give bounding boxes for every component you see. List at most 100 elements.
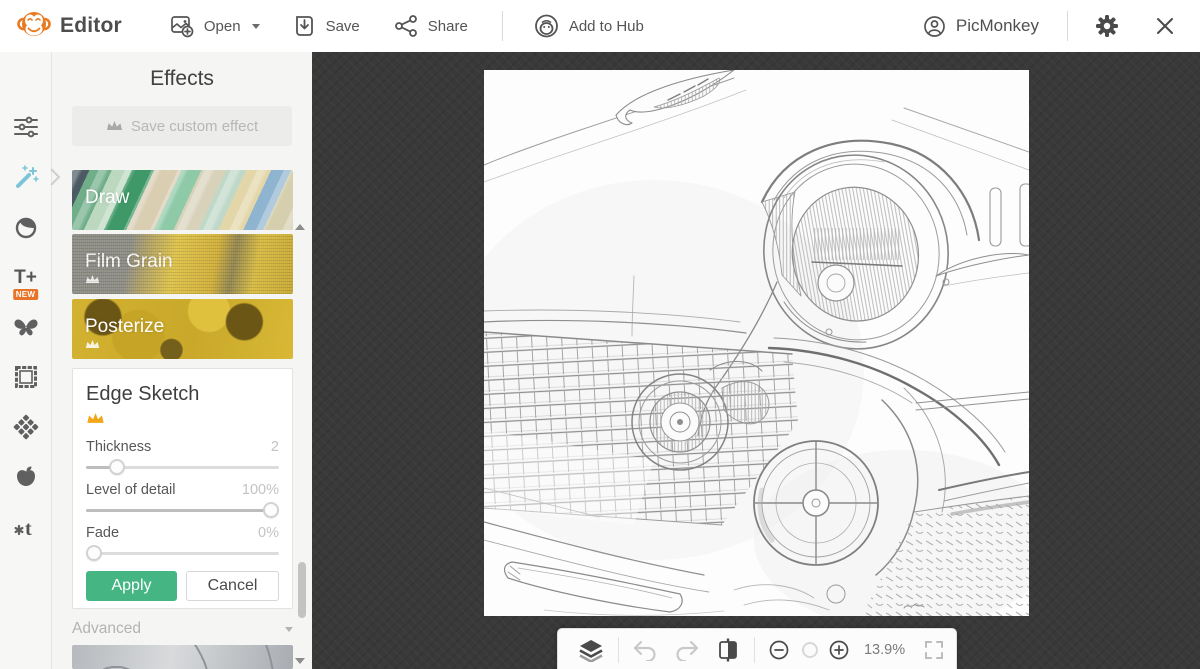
effect-label: Film Grain <box>85 251 173 273</box>
fade-slider[interactable] <box>86 545 279 561</box>
crown-icon <box>106 118 123 135</box>
detail-slider-row: Level of detail 100% <box>86 482 279 518</box>
thickness-value: 2 <box>271 439 279 455</box>
save-custom-effect-button[interactable]: Save custom effect <box>72 106 292 146</box>
fade-slider-row: Fade 0% <box>86 525 279 561</box>
sidebar-item-text[interactable]: T+ NEW <box>0 252 52 302</box>
detail-label: Level of detail <box>86 482 175 498</box>
save-label: Save <box>326 18 360 35</box>
topbar: Editor Open Save <box>0 0 1200 52</box>
sliders-icon <box>13 115 39 139</box>
sidebar-item-themes[interactable]: t <box>0 502 52 552</box>
sidebar-item-effects[interactable] <box>0 152 52 202</box>
app-title: Editor <box>60 14 122 38</box>
canvas-area: 13.9% <box>312 52 1200 669</box>
fullscreen-icon[interactable] <box>916 640 944 660</box>
fade-value: 0% <box>258 525 279 541</box>
detail-slider-handle[interactable] <box>263 502 279 518</box>
zoom-level-value: 13.9% <box>864 642 908 658</box>
share-label: Share <box>428 18 468 35</box>
effect-label: Posterize <box>85 316 164 338</box>
magic-wand-icon <box>12 163 40 191</box>
texture-icon <box>13 414 39 440</box>
chevron-down-icon <box>252 24 260 29</box>
effect-thumbnail-posterize[interactable]: Posterize <box>72 299 293 359</box>
chevron-down-icon <box>285 627 293 632</box>
slider-fill <box>86 509 279 512</box>
edge-sketch-car-image <box>484 70 1029 616</box>
advanced-toggle[interactable]: Advanced <box>72 620 293 638</box>
undo-icon[interactable] <box>624 639 666 661</box>
sidebar-item-textures[interactable] <box>0 402 52 452</box>
zoom-out-icon[interactable] <box>760 639 798 661</box>
thickness-slider[interactable] <box>86 459 279 475</box>
thickness-slider-row: Thickness 2 <box>86 439 279 475</box>
detail-value: 100% <box>242 482 279 498</box>
fade-label: Fade <box>86 525 119 541</box>
face-icon <box>13 214 39 240</box>
save-icon <box>294 14 317 38</box>
frame-icon <box>13 364 39 390</box>
redo-icon[interactable] <box>666 639 708 661</box>
new-badge: NEW <box>13 289 39 300</box>
edge-sketch-card: Edge Sketch Thickness 2 L <box>72 368 293 609</box>
hub-monkey-icon <box>533 13 560 39</box>
sidebar-item-overlays[interactable] <box>0 302 52 352</box>
detail-slider[interactable] <box>86 502 279 518</box>
themes-asterisk-t-icon: t <box>12 515 40 539</box>
panel-scrollbar-thumb[interactable] <box>298 562 306 618</box>
slider-fill <box>86 466 111 469</box>
zoom-in-icon[interactable] <box>820 639 858 661</box>
active-panel-notch <box>49 167 61 187</box>
brand[interactable]: Editor <box>16 7 122 46</box>
account-button[interactable]: PicMonkey <box>922 14 1039 39</box>
scroll-up-arrow[interactable] <box>295 224 305 230</box>
sidebar-item-basic-edits[interactable] <box>0 102 52 152</box>
fade-slider-handle[interactable] <box>86 545 102 561</box>
picmonkey-editor-app: Editor Open Save <box>0 0 1200 669</box>
effect-label: Draw <box>85 187 129 209</box>
effect-thumbnail-film-grain[interactable]: Film Grain <box>72 234 293 294</box>
compare-original-icon[interactable] <box>708 637 748 663</box>
open-label: Open <box>204 18 241 35</box>
effect-thumbnail-draw[interactable]: Draw <box>72 170 293 230</box>
edge-sketch-title: Edge Sketch <box>86 383 279 406</box>
save-custom-effect-label: Save custom effect <box>131 118 258 135</box>
sidebar-item-apple-theme[interactable] <box>0 452 52 502</box>
advanced-label: Advanced <box>72 620 141 638</box>
effects-panel: Effects Save custom effect Draw Film Gra… <box>52 52 312 669</box>
crown-icon <box>85 271 100 289</box>
picmonkey-logo-icon <box>16 7 52 46</box>
user-avatar-icon <box>922 14 947 39</box>
thickness-slider-handle[interactable] <box>109 459 125 475</box>
share-button[interactable]: Share <box>394 14 468 38</box>
add-to-hub-button[interactable]: Add to Hub <box>533 13 644 39</box>
thickness-label: Thickness <box>86 439 151 455</box>
topbar-divider <box>1067 11 1068 41</box>
effect-thumbnail-partial[interactable] <box>72 645 293 669</box>
crown-icon <box>85 336 100 354</box>
settings-gear-icon[interactable] <box>1086 13 1128 39</box>
topbar-divider <box>502 11 503 41</box>
premium-crown-icon <box>86 411 279 429</box>
panel-title: Effects <box>52 52 312 91</box>
sidebar-item-frames[interactable] <box>0 352 52 402</box>
text-tool-icon: T+ <box>14 268 37 287</box>
account-label: PicMonkey <box>956 16 1039 36</box>
zoom-slider[interactable] <box>802 642 816 658</box>
save-button[interactable]: Save <box>294 14 360 38</box>
zoom-slider-handle[interactable] <box>802 642 818 658</box>
image-artboard[interactable] <box>484 70 1029 616</box>
share-icon <box>394 14 419 38</box>
close-icon[interactable] <box>1146 15 1184 37</box>
layers-icon[interactable] <box>570 638 612 662</box>
apply-button[interactable]: Apply <box>86 571 177 601</box>
canvas-toolbar: 13.9% <box>557 628 957 669</box>
butterfly-icon <box>12 315 40 339</box>
open-button[interactable]: Open <box>170 14 260 39</box>
sidebar-item-touch-up[interactable] <box>0 202 52 252</box>
scroll-down-arrow[interactable] <box>295 658 305 664</box>
svg-text:t: t <box>25 518 32 539</box>
apple-icon <box>13 464 39 490</box>
cancel-button[interactable]: Cancel <box>186 571 279 601</box>
